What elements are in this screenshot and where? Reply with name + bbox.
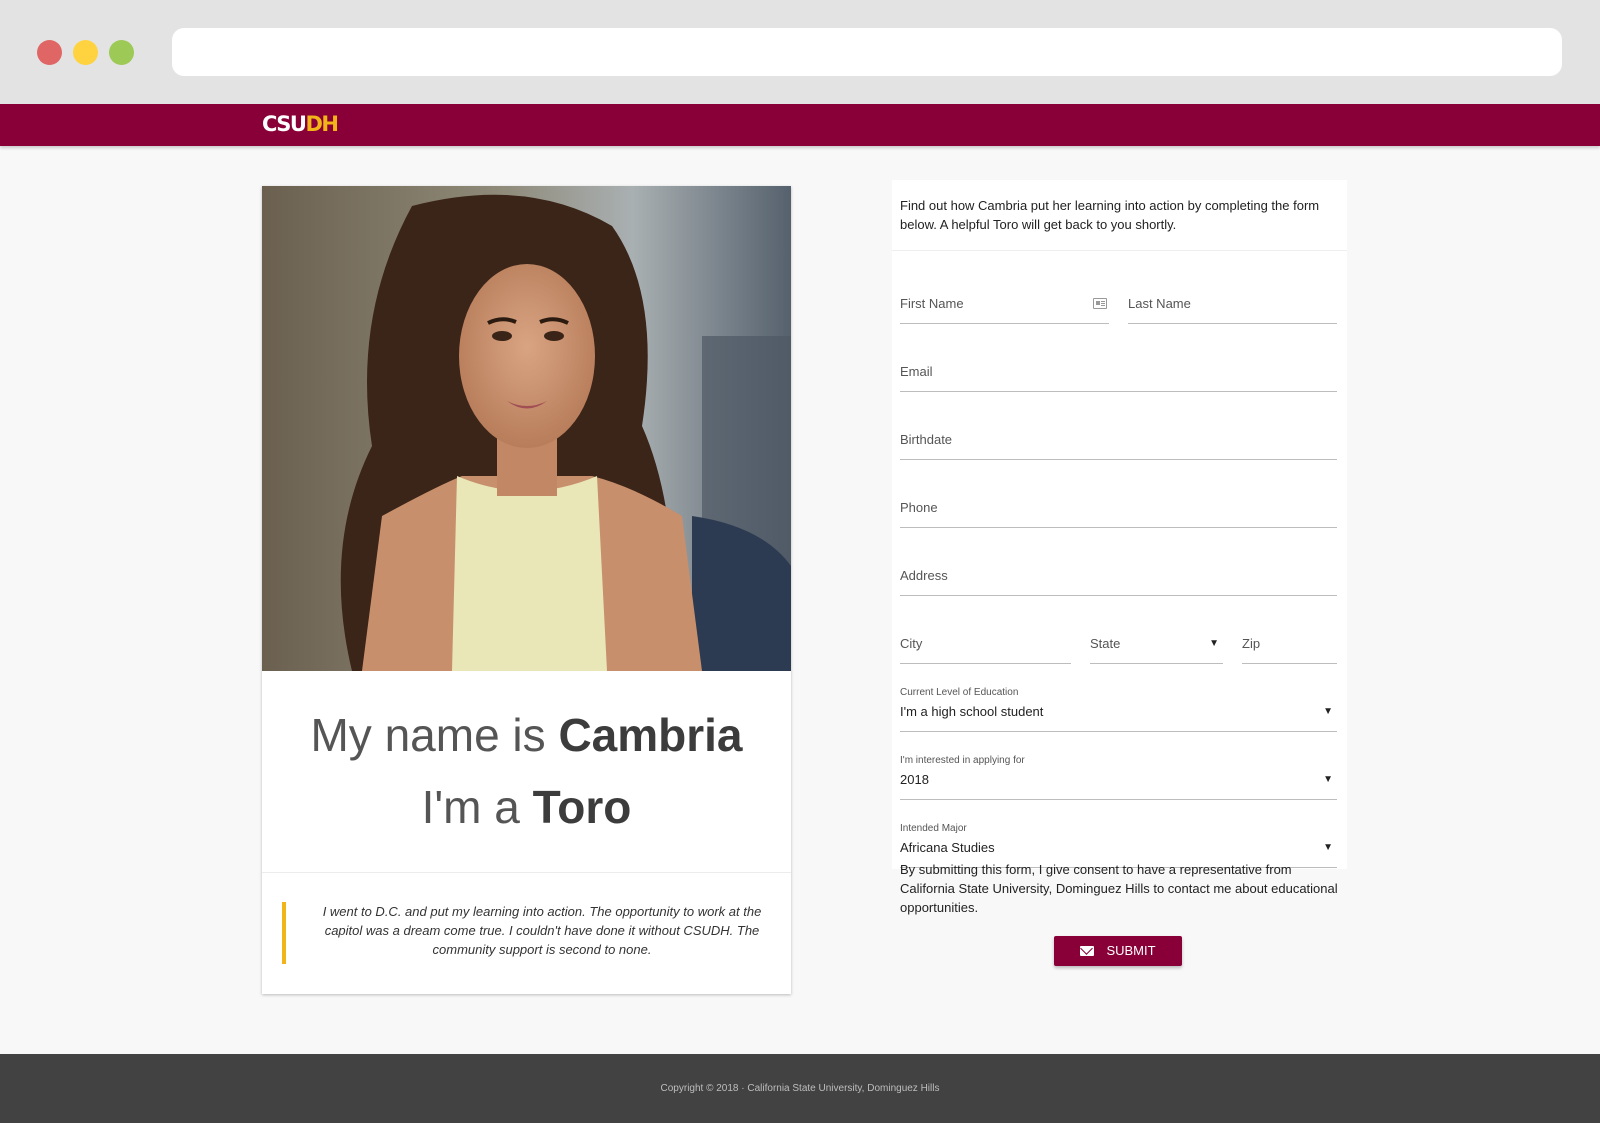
chevron-down-icon: ▼ [1209,638,1219,649]
page-viewport: CSUDH My name is Cambria I'm a Toro I we… [0,104,1600,1123]
profile-card: My name is Cambria I'm a Toro I went to … [262,186,791,994]
headline-name-prefix: My name is [310,709,559,761]
minimize-window-icon[interactable] [73,40,98,65]
education-select[interactable]: Current Level of Education I'm a high sc… [900,682,1337,732]
close-window-icon[interactable] [37,40,62,65]
profile-photo [262,186,791,671]
email-label: Email [900,364,933,379]
headline-name: My name is Cambria [262,699,791,771]
birthdate-label: Birthdate [900,432,953,447]
email-field[interactable]: Email [900,342,1337,392]
major-value: Africana Studies [900,840,995,855]
address-field[interactable]: Address [900,546,1337,596]
site-header: CSUDH [0,104,1600,146]
browser-chrome [0,0,1600,104]
submit-label: SUBMIT [1106,943,1156,958]
applying-for-select[interactable]: I'm interested in applying for 2018 ▼ [900,750,1337,800]
chevron-down-icon: ▼ [1323,842,1333,853]
zip-field[interactable]: Zip [1242,614,1337,664]
address-bar[interactable] [172,28,1562,76]
state-label: State [1090,636,1121,651]
major-label: Intended Major [900,823,967,834]
phone-field[interactable]: Phone [900,478,1337,528]
headline-toro-prefix: I'm a [421,781,533,833]
portrait-illustration [262,186,791,671]
maximize-window-icon[interactable] [109,40,134,65]
address-label: Address [900,568,948,583]
education-label: Current Level of Education [900,687,1019,698]
headline-name-bold: Cambria [558,709,743,761]
city-field[interactable]: City [900,614,1071,664]
state-select[interactable]: State ▼ [1090,614,1223,664]
first-name-field[interactable]: First Name [900,274,1109,324]
logo-part-dh: DH [305,112,339,136]
birthdate-field[interactable]: Birthdate [900,410,1337,460]
phone-label: Phone [900,500,938,515]
education-value: I'm a high school student [900,704,1044,719]
csudh-logo[interactable]: CSUDH [262,109,339,139]
contact-card-icon [1093,298,1107,309]
headline-toro-bold: Toro [532,781,632,833]
logo-part-csu: CSU [262,112,307,136]
submit-button[interactable]: SUBMIT [1054,936,1182,966]
profile-headline: My name is Cambria I'm a Toro [262,671,791,873]
city-label: City [900,636,923,651]
testimonial-quote: I went to D.C. and put my learning into … [282,902,772,964]
copyright-text: Copyright © 2018 · California State Univ… [660,1083,940,1094]
chevron-down-icon: ▼ [1323,706,1333,717]
chevron-down-icon: ▼ [1323,774,1333,785]
form-intro: Find out how Cambria put her learning in… [900,198,1320,232]
last-name-label: Last Name [1128,296,1191,311]
lead-form: Find out how Cambria put her learning in… [892,180,1347,869]
zip-label: Zip [1242,636,1261,651]
mail-icon [1080,946,1095,956]
divider [892,250,1347,251]
headline-toro: I'm a Toro [262,771,791,843]
applying-for-value: 2018 [900,772,929,787]
consent-text: By submitting this form, I give consent … [900,862,1338,915]
site-footer: Copyright © 2018 · California State Univ… [0,1054,1600,1123]
first-name-label: First Name [900,296,964,311]
last-name-field[interactable]: Last Name [1128,274,1337,324]
applying-for-label: I'm interested in applying for [900,755,1025,766]
